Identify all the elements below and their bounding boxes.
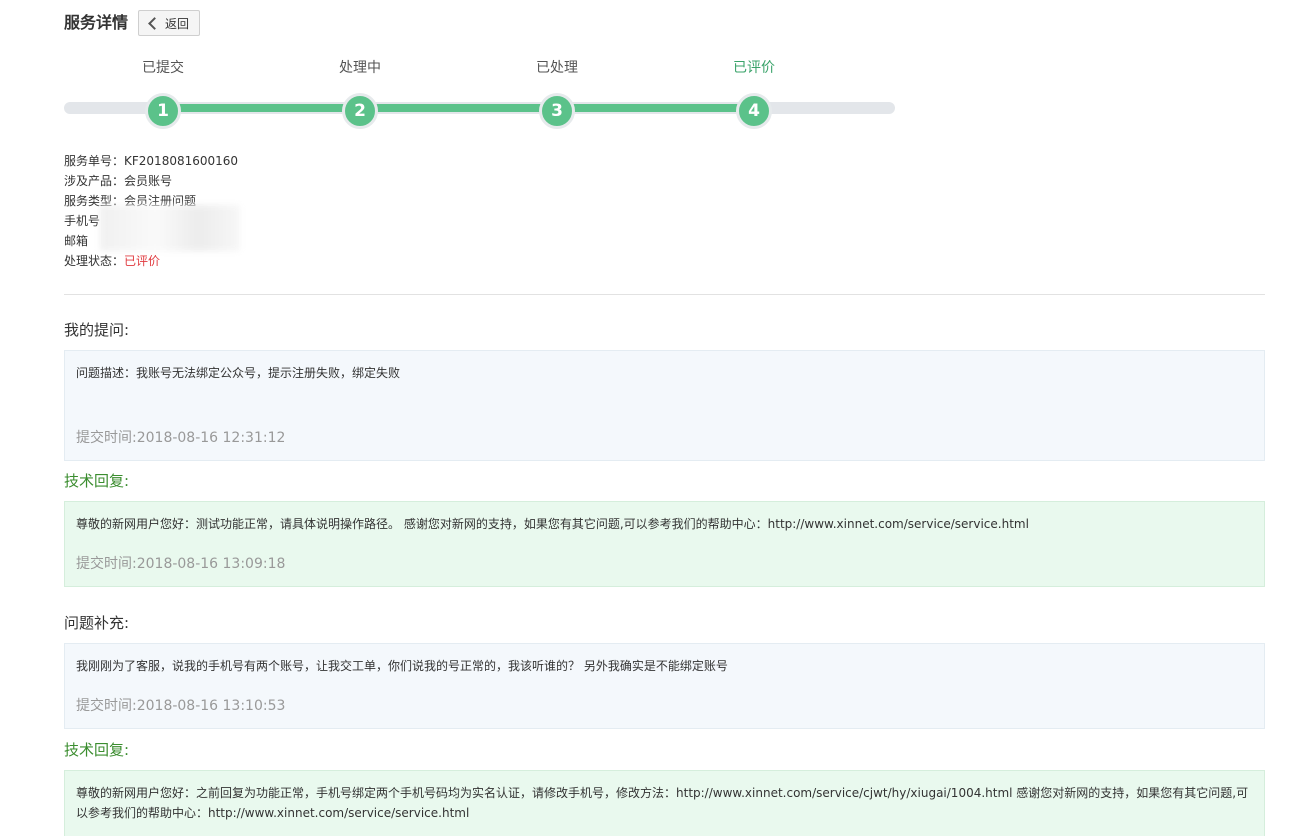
divider (64, 294, 1265, 295)
supplement-text: 我刚刚为了客服，说我的手机号有两个账号，让我交工单，你们说我的号正常的，我该听谁… (76, 659, 728, 673)
step-label: 已提交 (142, 60, 184, 76)
step-number: 2 (342, 93, 378, 129)
service-detail-page: 服务详情 返回 已提交 1 处理中 2 已处理 3 已评价 4 服务单号：KF2… (0, 0, 1302, 836)
stepper-track-fill (163, 104, 755, 112)
page-title: 服务详情 (64, 13, 129, 32)
back-button-label: 返回 (165, 16, 190, 31)
supplement-box: 我刚刚为了客服，说我的手机号有两个账号，让我交工单，你们说我的号正常的，我该听谁… (64, 643, 1265, 729)
step-processed: 已处理 3 (507, 58, 607, 129)
step-label: 已评价 (733, 60, 775, 76)
status-row: 处理状态：已评价 (64, 254, 161, 268)
status-badge: 已评价 (124, 254, 161, 268)
reply-box: 尊敬的新网用户您好：之前回复为功能正常，手机号绑定两个手机号码均为实名认证，请修… (64, 770, 1265, 836)
question-box: 问题描述：我账号无法绑定公众号，提示注册失败，绑定失败 提交时间:2018-08… (64, 350, 1265, 461)
reply-section-title: 技术回复: (64, 472, 130, 490)
reply-text: 尊敬的新网用户您好：之前回复为功能正常，手机号绑定两个手机号码均为实名认证，请修… (76, 786, 1249, 820)
product-value: 会员账号 (124, 174, 173, 188)
step-submitted: 已提交 1 (113, 58, 213, 129)
reply-section-title: 技术回复: (64, 741, 130, 759)
phone-label: 手机号 (64, 214, 101, 228)
email-label: 邮箱 (64, 234, 89, 248)
service-number: KF2018081600160 (124, 154, 239, 168)
progress-stepper: 已提交 1 处理中 2 已处理 3 已评价 4 (64, 58, 895, 129)
step-processing: 处理中 2 (310, 58, 410, 129)
step-number: 1 (145, 93, 181, 129)
step-evaluated: 已评价 4 (704, 58, 804, 129)
question-text: 问题描述：我账号无法绑定公众号，提示注册失败，绑定失败 (76, 366, 401, 380)
reply-time: 提交时间:2018-08-16 13:09:18 (76, 556, 286, 572)
step-number: 4 (736, 93, 772, 129)
page-header: 服务详情 返回 (64, 10, 201, 36)
question-time: 提交时间:2018-08-16 12:31:12 (76, 430, 286, 446)
supplement-section-title: 问题补充: (64, 614, 130, 632)
chevron-left-icon (148, 16, 161, 30)
back-button[interactable]: 返回 (138, 10, 201, 36)
reply-box: 尊敬的新网用户您好：测试功能正常，请具体说明操作路径。 感谢您对新网的支持，如果… (64, 501, 1265, 587)
product-row: 涉及产品：会员账号 (64, 174, 173, 188)
service-number-row: 服务单号：KF2018081600160 (64, 154, 239, 168)
privacy-blur (100, 205, 240, 251)
reply-text: 尊敬的新网用户您好：测试功能正常，请具体说明操作路径。 感谢您对新网的支持，如果… (76, 517, 1029, 531)
question-section-title: 我的提问: (64, 321, 130, 339)
step-number: 3 (539, 93, 575, 129)
step-label: 处理中 (339, 60, 381, 76)
step-label: 已处理 (536, 60, 578, 76)
supplement-time: 提交时间:2018-08-16 13:10:53 (76, 698, 286, 714)
